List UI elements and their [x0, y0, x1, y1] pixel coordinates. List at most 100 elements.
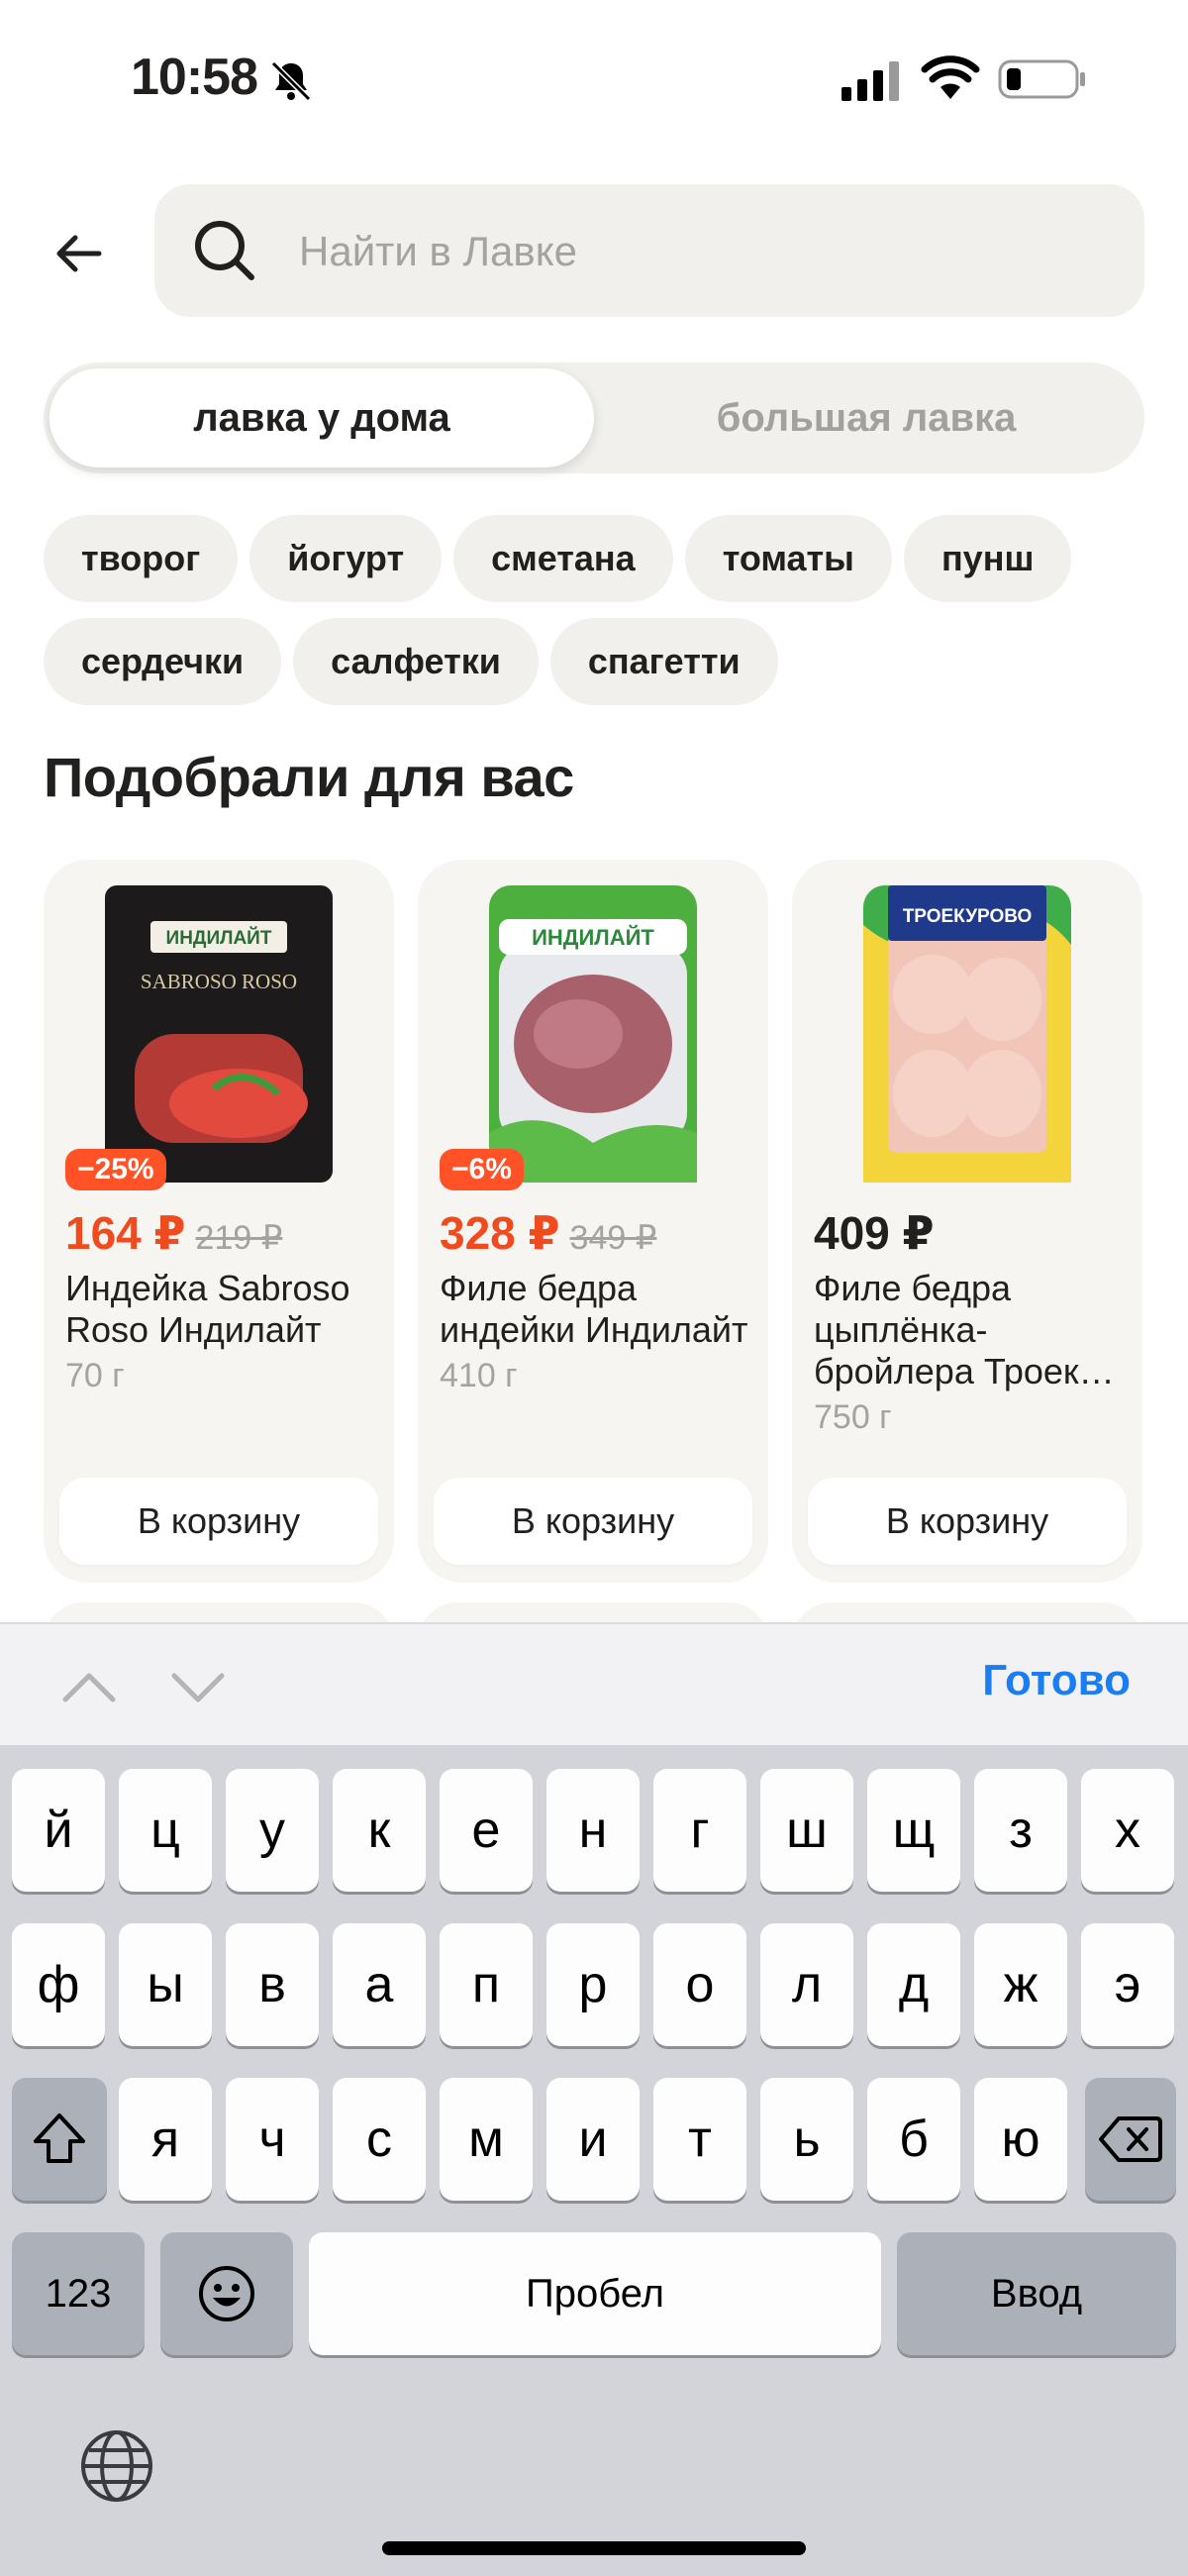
key[interactable]: х [1081, 1769, 1174, 1892]
suggestion-chip[interactable]: йогурт [249, 515, 443, 602]
emoji-key[interactable] [160, 2232, 293, 2355]
old-price: 219 ₽ [195, 1219, 283, 1257]
price: 164 ₽ [65, 1207, 186, 1259]
product-name: Индейка Sabroso Roso Индилайт [65, 1268, 350, 1350]
product-weight: 750 г [814, 1398, 892, 1436]
svg-text:ИНДИЛАЙТ: ИНДИЛАЙТ [166, 927, 272, 949]
discount-badge: −25% [65, 1149, 166, 1190]
key[interactable]: я [119, 2078, 212, 2201]
chevron-down-icon[interactable] [168, 1658, 228, 1717]
key[interactable]: ц [119, 1769, 212, 1892]
search-icon [195, 221, 254, 280]
product-name: Филе бедра цыплёнка-бройлера Троек… [814, 1268, 1115, 1391]
key[interactable]: ж [974, 1923, 1067, 2046]
chevron-up-icon[interactable] [59, 1658, 119, 1717]
shift-key[interactable] [12, 2078, 107, 2201]
tab-bolshaya-lavka[interactable]: большая лавка [594, 368, 1138, 467]
key[interactable]: и [546, 2078, 640, 2201]
add-to-cart-button[interactable]: В корзину [808, 1478, 1127, 1565]
chip-row-1: творог йогурт сметана томаты пунш [44, 515, 1144, 602]
home-indicator [382, 2541, 806, 2555]
search-box[interactable] [154, 184, 1144, 317]
svg-text:ИНДИЛАЙТ: ИНДИЛАЙТ [532, 925, 654, 950]
key[interactable]: э [1081, 1923, 1174, 2046]
key[interactable]: в [226, 1923, 319, 2046]
key[interactable]: ч [226, 2078, 319, 2201]
key[interactable]: п [440, 1923, 533, 2046]
product-card[interactable]: ТРОЕКУРОВО 409 ₽ Филе бедра цыплёнка-бро… [792, 860, 1142, 1583]
price: 328 ₽ [440, 1207, 560, 1259]
backspace-key[interactable] [1085, 2078, 1176, 2201]
old-price: 349 ₽ [569, 1219, 657, 1257]
suggestion-chip[interactable]: томаты [684, 515, 892, 602]
back-arrow-icon [56, 235, 102, 272]
key[interactable]: ь [760, 2078, 853, 2201]
add-to-cart-button[interactable]: В корзину [59, 1478, 378, 1565]
product-weight: 70 г [65, 1357, 125, 1394]
key[interactable]: к [333, 1769, 426, 1892]
key[interactable]: л [760, 1923, 853, 2046]
product-name: Филе бедра индейки Индилайт [440, 1268, 748, 1350]
discount-badge: −6% [440, 1149, 524, 1190]
key[interactable]: б [867, 2078, 960, 2201]
add-to-cart-button[interactable]: В корзину [434, 1478, 752, 1565]
keyboard-toolbar: Готово [0, 1622, 1188, 1747]
suggestion-chip[interactable]: салфетки [293, 618, 539, 705]
product-card[interactable]: ИНДИЛАЙТ −6% 328 ₽ 349 ₽ Филе бедра инде… [418, 860, 768, 1583]
svg-text:ТРОЕКУРОВО: ТРОЕКУРОВО [903, 906, 1033, 927]
key[interactable]: й [12, 1769, 105, 1892]
suggestion-chip[interactable]: сметана [453, 515, 673, 602]
product-info: Филе бедра цыплёнка-бройлера Троек… 750 … [814, 1268, 1131, 1438]
key[interactable]: н [546, 1769, 640, 1892]
search-suggestions: творог йогурт сметана томаты пунш сердеч… [44, 515, 1144, 721]
return-key[interactable]: Ввод [897, 2232, 1176, 2355]
key[interactable]: р [546, 1923, 640, 2046]
key[interactable]: д [867, 1923, 960, 2046]
keyboard: й ц у к е н г ш щ з х ф ы в а п р о л д … [0, 1745, 1188, 2576]
key[interactable]: ы [119, 1923, 212, 2046]
store-type-switch: лавка у дома большая лавка [44, 362, 1144, 473]
key[interactable]: а [333, 1923, 426, 2046]
suggestion-chip[interactable]: сердечки [44, 618, 282, 705]
key[interactable]: ю [974, 2078, 1067, 2201]
done-button[interactable]: Готово [982, 1656, 1131, 1705]
key[interactable]: е [440, 1769, 533, 1892]
tab-lavka-u-doma[interactable]: лавка у дома [50, 368, 594, 467]
key[interactable]: ш [760, 1769, 853, 1892]
bell-slash-icon [270, 60, 312, 102]
product-info: Индейка Sabroso Roso Индилайт 70 г [65, 1268, 382, 1396]
price-row: 409 ₽ [814, 1206, 935, 1260]
key[interactable]: щ [867, 1769, 960, 1892]
backspace-icon [1099, 2116, 1162, 2162]
suggestion-chip[interactable]: пунш [903, 515, 1072, 602]
suggestion-chip[interactable]: спагетти [549, 618, 778, 705]
key[interactable]: о [653, 1923, 746, 2046]
key[interactable]: г [653, 1769, 746, 1892]
emoji-icon [199, 2266, 254, 2321]
section-title: Подобрали для вас [44, 746, 574, 808]
wifi-icon [921, 55, 980, 99]
search-input[interactable] [297, 212, 1113, 291]
price-row: 164 ₽ 219 ₽ [65, 1206, 282, 1260]
globe-icon[interactable] [77, 2426, 156, 2506]
key[interactable]: с [333, 2078, 426, 2201]
svg-text:SABROSO ROSO: SABROSO ROSO [141, 970, 297, 993]
price: 409 ₽ [814, 1207, 935, 1259]
key[interactable]: ф [12, 1923, 105, 2046]
key[interactable]: з [974, 1769, 1067, 1892]
product-weight: 410 г [440, 1357, 518, 1394]
chip-row-2: сердечки салфетки спагетти [44, 618, 1144, 705]
space-key[interactable]: Пробел [309, 2232, 881, 2355]
product-info: Филе бедра индейки Индилайт 410 г [440, 1268, 756, 1396]
key[interactable]: т [653, 2078, 746, 2201]
product-card[interactable]: ИНДИЛАЙТ SABROSO ROSO −25% 164 ₽ 219 ₽ И… [44, 860, 394, 1583]
status-time: 10:58 [131, 49, 258, 106]
product-image: ТРОЕКУРОВО [863, 885, 1071, 1183]
key[interactable]: м [440, 2078, 533, 2201]
suggestion-chip[interactable]: творог [44, 515, 239, 602]
signal-icon [842, 61, 899, 101]
back-button[interactable] [44, 218, 115, 289]
key[interactable]: у [226, 1769, 319, 1892]
price-row: 328 ₽ 349 ₽ [440, 1206, 656, 1260]
numbers-key[interactable]: 123 [12, 2232, 145, 2355]
